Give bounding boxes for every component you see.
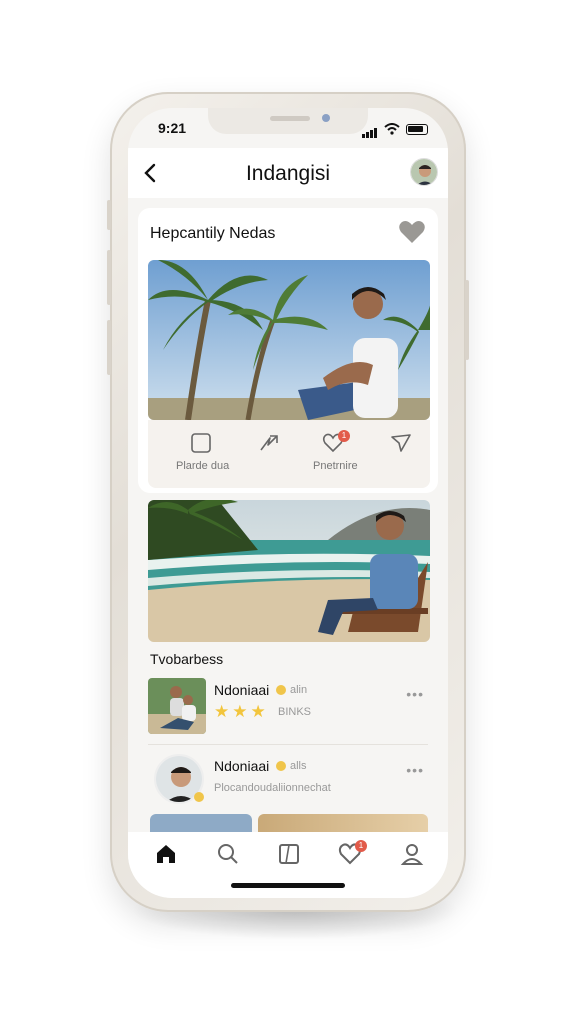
list-item[interactable]: Ndoniaai alin ★★★ BINKS •••: [148, 674, 428, 738]
status-time: 9:21: [158, 120, 187, 136]
action-bar: Plarde dua 1 Pnetrnire: [148, 420, 430, 488]
list-item-subtitle: BINKS: [278, 706, 312, 718]
verified-dot-icon: [276, 685, 286, 695]
screen: 9:21 Indangisi Hepcantily Nedas Plarde d…: [128, 108, 448, 898]
heart-icon[interactable]: [398, 220, 426, 244]
user-avatar-icon: [411, 159, 437, 185]
home-indicator: [231, 883, 345, 888]
page-title: Indangisi: [245, 162, 331, 185]
list-item[interactable]: Ndoniaai alls Plocandoudaliionnechat •••: [148, 750, 428, 814]
rating-stars: ★★★: [214, 702, 269, 721]
list-thumbnail: [148, 678, 206, 734]
book-icon[interactable]: [277, 842, 301, 866]
beach-photo-1-image: [148, 260, 430, 420]
card-title: Hepcantily Nedas: [150, 225, 276, 242]
search-icon[interactable]: [216, 842, 240, 866]
status-icons: [362, 120, 428, 138]
list-item-name: Ndoniaai: [214, 682, 270, 698]
camera: [322, 114, 330, 122]
list-thumbnail-image: [148, 678, 206, 734]
action-label-1: Plarde dua: [176, 460, 230, 472]
status-dot-icon: [276, 761, 286, 771]
section-label: Tvobarbess: [150, 651, 224, 667]
divider: [148, 744, 428, 745]
tab-badge: 1: [355, 840, 367, 852]
list-item-tag: alin: [290, 684, 308, 696]
beach-photo-1[interactable]: [148, 260, 430, 420]
notch: [208, 108, 368, 134]
volume-up-button: [107, 250, 111, 305]
notification-badge: 1: [338, 430, 350, 442]
more-icon[interactable]: •••: [406, 762, 424, 778]
battery-icon: [406, 123, 428, 135]
action-label-3: Pnetrnire: [313, 460, 358, 472]
stage: 9:21 Indangisi Hepcantily Nedas Plarde d…: [0, 0, 576, 1024]
tab-bar: 1: [128, 832, 448, 898]
speaker: [270, 116, 310, 121]
list-item-tag: alls: [290, 760, 307, 772]
more-icon[interactable]: •••: [406, 686, 424, 702]
post-card: Hepcantily Nedas Plarde dua 1 Pnetrnire: [138, 208, 438, 493]
beach-photo-2-image: [148, 500, 430, 642]
list-item-name: Ndoniaai: [214, 758, 270, 774]
header: Indangisi: [128, 148, 448, 198]
square-icon[interactable]: [190, 432, 212, 454]
beach-photo-2[interactable]: [148, 500, 430, 642]
profile-avatar[interactable]: [410, 158, 438, 186]
verified-dot-icon: [194, 792, 204, 802]
mute-switch: [107, 200, 111, 230]
share-arrow-icon[interactable]: [258, 432, 280, 454]
volume-down-button: [107, 320, 111, 375]
signal-icon: [362, 120, 378, 138]
wifi-icon: [384, 123, 400, 135]
home-icon[interactable]: [154, 842, 178, 866]
chevron-left-icon[interactable]: [140, 162, 162, 184]
power-button: [465, 280, 469, 360]
profile-icon[interactable]: [400, 842, 424, 866]
list-item-subtitle: Plocandoudaliionnechat: [214, 782, 331, 794]
send-icon[interactable]: [390, 432, 412, 454]
